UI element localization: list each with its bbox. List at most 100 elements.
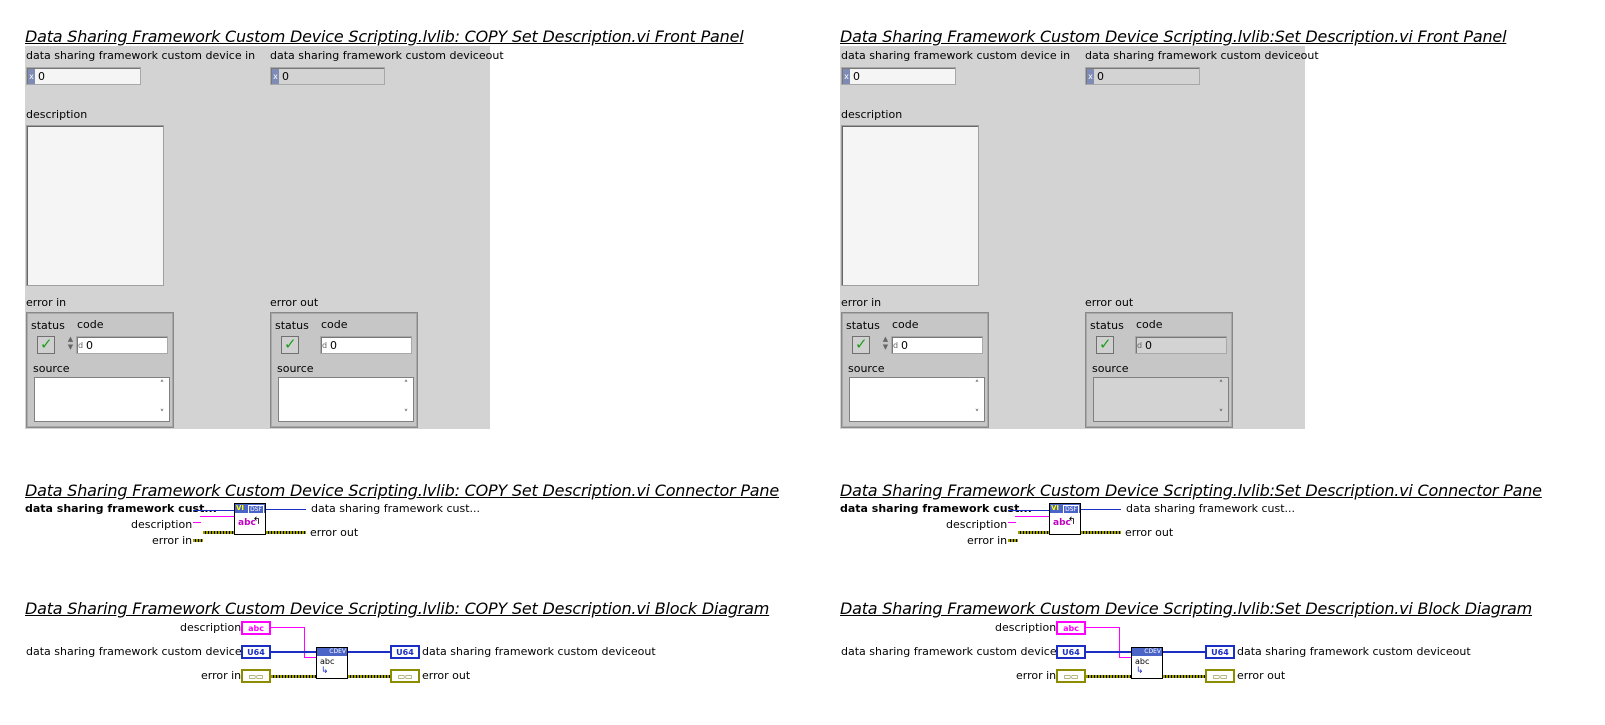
status-indicator: ✓: [281, 335, 299, 354]
bd-device-in-wire: [271, 651, 316, 653]
scroll-down-icon[interactable]: ˅: [156, 409, 168, 419]
code-radix: d: [893, 341, 899, 350]
scroll-up-icon[interactable]: ˄: [156, 380, 168, 390]
cp-error-in-wire: [1008, 539, 1018, 542]
bd-device-in-wire: [1086, 651, 1131, 653]
bd-error-out-terminal[interactable]: ▭▭: [1205, 669, 1235, 683]
source-indicator: ˄ ˅: [278, 377, 414, 422]
cp-in-error-label: error in: [967, 534, 1008, 547]
error-in-label: error in: [841, 296, 882, 309]
code-radix: d: [1137, 341, 1143, 350]
bd-error-in-terminal[interactable]: ▭▭: [241, 669, 271, 683]
device-out-label: data sharing framework custom deviceout: [1085, 49, 1319, 62]
cp-description-wire-2: [1015, 516, 1049, 517]
bd-error-out-label: error out: [422, 669, 471, 682]
scroll-down-icon[interactable]: ˅: [971, 409, 983, 419]
error-out-cluster: status code ✓ d 0 source ˄ ˅: [270, 312, 418, 428]
code-increment-icon[interactable]: ▲ ▼: [66, 335, 75, 353]
set-arrow-icon: ↰: [1067, 516, 1076, 527]
bd-description-wire-h: [1119, 657, 1131, 658]
error-in-cluster: status code ✓ ▲ ▼ d 0 source ˄ ˅: [841, 312, 989, 428]
bd-error-in-wire: [1086, 675, 1131, 678]
device-out-indicator: x 0: [1085, 67, 1200, 85]
error-in-cluster-body: status code ✓ ▲ ▼ d 0 source ˄ ˅: [28, 314, 172, 426]
bd-error-in-terminal[interactable]: ▭▭: [1056, 669, 1086, 683]
bd-description-wire: [1086, 627, 1119, 628]
left-front-panel: data sharing framework custom device in …: [25, 46, 504, 429]
cp-device-in-wire: [1008, 510, 1049, 511]
scroll-up-icon[interactable]: ˄: [971, 380, 983, 390]
code-control[interactable]: d 0: [76, 336, 168, 354]
cp-error-in-wire-2: [203, 531, 234, 534]
code-value: 0: [901, 339, 908, 352]
left-block-diagram-title: Data Sharing Framework Custom Device Scr…: [25, 599, 770, 618]
node-text: abc: [1135, 657, 1150, 666]
cp-error-out-wire: [1081, 531, 1121, 534]
set-description-node[interactable]: CDEV abc ↳: [1131, 647, 1163, 679]
cp-in-device-label: data sharing framework cust...: [25, 502, 217, 515]
device-out-label: data sharing framework custom deviceout: [270, 49, 504, 62]
cp-device-out-wire: [1081, 509, 1121, 510]
bd-device-out-terminal[interactable]: U64: [1205, 645, 1235, 659]
code-label: code: [77, 318, 104, 331]
bd-device-out-terminal[interactable]: U64: [390, 645, 420, 659]
bd-device-in-terminal[interactable]: U64: [1056, 645, 1086, 659]
scroll-up-icon[interactable]: ˄: [400, 380, 412, 390]
code-radix: d: [322, 341, 328, 350]
bd-device-in-terminal[interactable]: U64: [241, 645, 271, 659]
cp-error-out-wire: [266, 531, 306, 534]
code-indicator: d 0: [320, 336, 412, 354]
status-indicator: ✓: [1096, 335, 1114, 354]
left-front-panel-title: Data Sharing Framework Custom Device Scr…: [25, 27, 744, 46]
bd-description-wire: [271, 627, 304, 628]
set-arrow-icon: ↰: [252, 516, 261, 527]
error-out-cluster: status code ✓ d 0 source ˄ ˅: [1085, 312, 1233, 428]
set-description-node[interactable]: CDEV abc ↳: [316, 647, 348, 679]
cp-in-description-label: description: [131, 518, 193, 531]
scroll-down-icon[interactable]: ˅: [400, 409, 412, 419]
right-front-panel: data sharing framework custom device in …: [840, 46, 1319, 429]
error-out-cluster-body: status code ✓ d 0 source ˄ ˅: [272, 314, 416, 426]
code-label: code: [1136, 318, 1163, 331]
bd-description-terminal[interactable]: abc: [1056, 621, 1086, 635]
code-label: code: [892, 318, 919, 331]
description-control[interactable]: [841, 125, 979, 286]
code-value: 0: [1145, 339, 1152, 352]
description-control[interactable]: [26, 125, 164, 286]
radix-indicator[interactable]: x: [28, 69, 35, 84]
code-control[interactable]: d 0: [891, 336, 983, 354]
bd-description-label: description: [995, 621, 1057, 634]
error-in-label: error in: [26, 296, 67, 309]
radix-indicator[interactable]: x: [843, 69, 850, 84]
cp-in-error-label: error in: [152, 534, 193, 547]
status-checkbox[interactable]: ✓: [37, 335, 55, 354]
right-front-panel-title: Data Sharing Framework Custom Device Scr…: [840, 27, 1507, 46]
scroll-up-icon[interactable]: ˄: [1215, 380, 1227, 390]
status-checkbox[interactable]: ✓: [852, 335, 870, 354]
bd-error-in-label: error in: [201, 669, 242, 682]
radix-indicator[interactable]: x: [1087, 69, 1094, 84]
bd-description-label: description: [180, 621, 242, 634]
check-icon: ✓: [284, 335, 297, 353]
bd-error-out-terminal[interactable]: ▭▭: [390, 669, 420, 683]
device-out-value: 0: [282, 70, 289, 83]
device-in-control[interactable]: x 0: [26, 67, 141, 85]
cp-out-device-label: data sharing framework cust...: [1126, 502, 1296, 515]
source-control[interactable]: ˄ ˅: [34, 377, 170, 422]
status-label: status: [275, 319, 309, 332]
code-increment-icon[interactable]: ▲ ▼: [881, 335, 890, 353]
check-icon: ✓: [1099, 335, 1112, 353]
device-in-control[interactable]: x 0: [841, 67, 956, 85]
code-radix: d: [78, 341, 84, 350]
cp-out-device-label: data sharing framework cust...: [311, 502, 481, 515]
scroll-down-icon[interactable]: ˅: [1215, 409, 1227, 419]
source-label: source: [277, 362, 314, 375]
source-control[interactable]: ˄ ˅: [849, 377, 985, 422]
bd-description-terminal[interactable]: abc: [241, 621, 271, 635]
vi-icon: VI DSF abc ↰: [234, 503, 266, 535]
bd-device-in-label: data sharing framework custom device in: [26, 645, 256, 658]
source-label: source: [1092, 362, 1129, 375]
radix-indicator[interactable]: x: [272, 69, 279, 84]
cp-out-error-label: error out: [310, 526, 359, 539]
set-arrow-icon: ↳: [1136, 666, 1144, 676]
